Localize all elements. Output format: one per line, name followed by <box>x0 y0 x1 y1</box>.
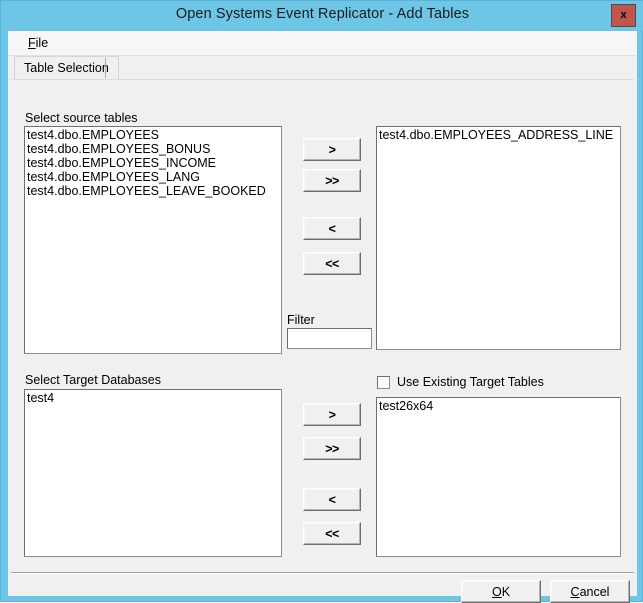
target-databases-label: Select Target Databases <box>25 373 161 387</box>
use-existing-target-tables-checkbox[interactable]: Use Existing Target Tables <box>377 375 544 389</box>
ok-accel: OK <box>491 584 511 599</box>
target-databases-list[interactable]: test4 <box>24 389 282 557</box>
list-item[interactable]: test4 <box>27 391 281 405</box>
db-move-left-button[interactable]: < <box>303 488 361 511</box>
list-item[interactable]: test4.dbo.EMPLOYEES_LANG <box>27 170 281 184</box>
title-bar: Open Systems Event Replicator - Add Tabl… <box>1 1 643 31</box>
dialog-window: Open Systems Event Replicator - Add Tabl… <box>0 0 643 603</box>
cancel-button[interactable]: Cancel <box>550 580 630 603</box>
filter-input[interactable] <box>287 328 372 349</box>
selected-databases-list[interactable]: test26x64 <box>376 397 621 557</box>
menu-bar: File <box>8 31 637 56</box>
list-item[interactable]: test4.dbo.EMPLOYEES_BONUS <box>27 142 281 156</box>
tab-page-table-selection: Select source tables test4.dbo.EMPLOYEES… <box>11 79 634 563</box>
menu-file-accel: F <box>28 36 36 50</box>
list-item[interactable]: test26x64 <box>379 399 620 413</box>
ok-button[interactable]: OK <box>461 580 541 603</box>
footer-bar: OK Cancel <box>8 574 637 603</box>
source-tables-list[interactable]: test4.dbo.EMPLOYEES test4.dbo.EMPLOYEES_… <box>24 126 282 354</box>
list-item[interactable]: test4.dbo.EMPLOYEES_LEAVE_BOOKED <box>27 184 281 198</box>
source-tables-label: Select source tables <box>25 111 138 125</box>
db-move-all-right-button[interactable]: >> <box>303 437 361 460</box>
move-all-left-button[interactable]: << <box>303 252 361 275</box>
move-left-button[interactable]: < <box>303 217 361 240</box>
db-move-right-button[interactable]: > <box>303 403 361 426</box>
menu-item-file[interactable]: File <box>24 35 52 51</box>
move-right-button[interactable]: > <box>303 138 361 161</box>
tab-strip: Table Selection <box>8 56 637 80</box>
list-item[interactable]: test4.dbo.EMPLOYEES <box>27 128 281 142</box>
use-existing-target-tables-label: Use Existing Target Tables <box>397 375 544 389</box>
move-all-right-button[interactable]: >> <box>303 169 361 192</box>
menu-file-rest: ile <box>35 36 49 50</box>
filter-label: Filter <box>287 313 315 327</box>
cancel-accel: Cancel <box>570 584 610 599</box>
tab-table-selection[interactable]: Table Selection <box>14 56 119 79</box>
list-item[interactable]: test4.dbo.EMPLOYEES_ADDRESS_LINE <box>379 128 620 142</box>
selected-tables-list[interactable]: test4.dbo.EMPLOYEES_ADDRESS_LINE <box>376 126 621 350</box>
tab-separator <box>105 58 106 78</box>
client-area: File Table Selection Select source table… <box>8 31 637 603</box>
window-title: Open Systems Event Replicator - Add Tabl… <box>175 6 470 22</box>
list-item[interactable]: test4.dbo.EMPLOYEES_INCOME <box>27 156 281 170</box>
db-move-all-left-button[interactable]: << <box>303 522 361 545</box>
checkbox-box-icon <box>377 375 390 389</box>
close-button[interactable]: x <box>611 4 636 27</box>
